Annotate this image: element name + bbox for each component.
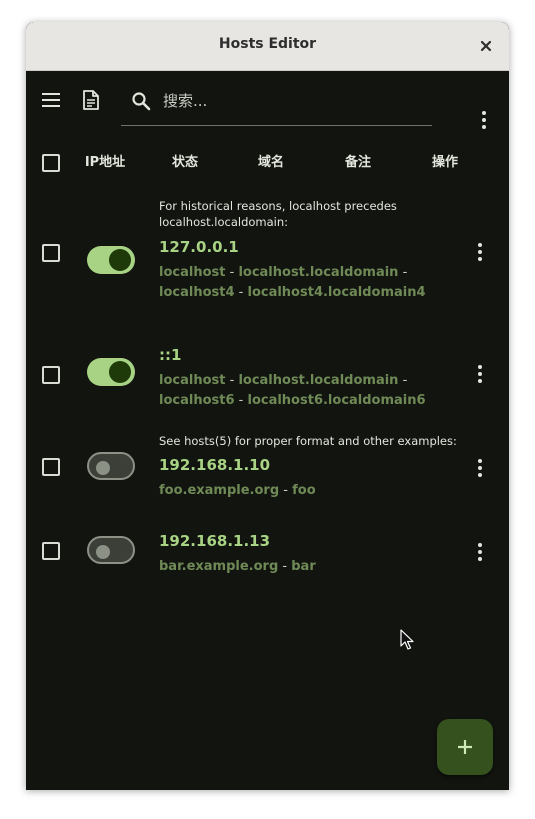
entry-hostnames: foo.example.org - foo [159, 483, 316, 498]
main-content: IP地址 状态 域名 备注 操作 For historical reasons,… [26, 71, 509, 790]
more-vertical-icon [478, 365, 482, 369]
hamburger-menu-icon [42, 93, 60, 107]
more-vertical-icon [482, 111, 486, 115]
more-vertical-icon [478, 243, 482, 247]
close-button[interactable] [475, 35, 497, 57]
add-entry-button[interactable] [437, 719, 493, 775]
open-file-button[interactable] [78, 86, 104, 114]
entry-hostnames: localhost - localhost.localdomain - loca… [159, 373, 426, 408]
entry-ip: 192.168.1.10 [159, 456, 271, 474]
table-row[interactable]: 192.168.1.13 bar.example.org - bar [26, 515, 509, 587]
column-header-domain[interactable]: 域名 [242, 143, 300, 183]
more-vertical-icon [478, 459, 482, 463]
entry-comment: See hosts(5) for proper format and other… [159, 434, 457, 448]
enable-toggle[interactable] [87, 246, 135, 274]
row-more-button[interactable] [472, 240, 488, 264]
entry-ip: ::1 [159, 346, 182, 364]
enable-toggle[interactable] [87, 452, 135, 480]
entry-hostnames: localhost - localhost.localdomain - loca… [159, 265, 426, 300]
select-all-checkbox[interactable] [42, 154, 60, 172]
mouse-cursor-icon [400, 629, 414, 650]
window-title: Hosts Editor [218, 36, 317, 52]
hostname: localhost [159, 373, 226, 388]
search-field[interactable] [121, 75, 432, 126]
overflow-menu-button[interactable] [476, 108, 492, 132]
column-header-note[interactable]: 备注 [329, 143, 387, 183]
more-vertical-icon [478, 543, 482, 547]
row-more-button[interactable] [472, 540, 488, 564]
row-checkbox[interactable] [42, 366, 60, 384]
search-input[interactable] [161, 87, 425, 115]
document-icon [83, 90, 99, 110]
search-icon [132, 92, 151, 111]
hostname: localhost.localdomain [238, 265, 399, 280]
hostname: localhost6 [159, 393, 235, 408]
hostname: bar.example.org [159, 559, 279, 574]
hostname: localhost6.localdomain6 [247, 393, 426, 408]
entry-ip: 127.0.0.1 [159, 238, 239, 256]
hostname: foo [292, 483, 316, 498]
row-checkbox[interactable] [42, 244, 60, 262]
row-checkbox[interactable] [42, 458, 60, 476]
table-row[interactable]: ::1 localhost - localhost.localdomain - … [26, 315, 509, 415]
close-icon [480, 40, 492, 52]
title-bar: Hosts Editor [26, 22, 509, 71]
entry-ip: 192.168.1.13 [159, 532, 271, 550]
row-more-button[interactable] [472, 362, 488, 386]
entry-comment: For historical reasons, localhost preced… [159, 199, 397, 229]
table-row[interactable]: For historical reasons, localhost preced… [26, 183, 509, 300]
row-more-button[interactable] [472, 456, 488, 480]
column-header-ip[interactable]: IP地址 [76, 143, 134, 183]
table-header: IP地址 状态 域名 备注 操作 [26, 143, 509, 183]
hostname: localhost.localdomain [238, 373, 399, 388]
app-window: Hosts Editor 搜索... IP地址 状态 域名 备注 操作 For … [26, 22, 509, 790]
column-header-status[interactable]: 状态 [156, 143, 214, 183]
row-checkbox[interactable] [42, 542, 60, 560]
entry-hostnames: bar.example.org - bar [159, 559, 316, 574]
table-row[interactable]: See hosts(5) for proper format and other… [26, 415, 509, 515]
hostname: bar [291, 559, 316, 574]
hostname: foo.example.org [159, 483, 280, 498]
hostname: localhost4 [159, 285, 235, 300]
column-header-actions[interactable]: 操作 [416, 143, 474, 183]
enable-toggle[interactable] [87, 536, 135, 564]
enable-toggle[interactable] [87, 358, 135, 386]
plus-icon [458, 740, 472, 754]
hostname: localhost4.localdomain4 [247, 285, 426, 300]
menu-button[interactable] [38, 87, 64, 113]
hostname: localhost [159, 265, 226, 280]
